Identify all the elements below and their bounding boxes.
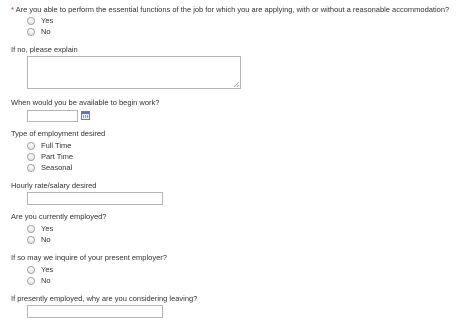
start-date-label: When would you be available to begin wor… xyxy=(11,98,160,107)
radio-label: Part Time xyxy=(41,152,74,161)
radio-label: No xyxy=(41,276,51,285)
leaving-reason-label: If presently employed, why are you consi… xyxy=(11,294,198,303)
calendar-icon[interactable] xyxy=(81,111,90,120)
start-date-input[interactable] xyxy=(27,110,78,122)
required-mark: * xyxy=(11,5,14,14)
radio-button[interactable] xyxy=(27,224,35,233)
inquire-employer-label: If so may we inquire of your present emp… xyxy=(11,253,167,262)
explain-label: If no, please explain xyxy=(11,45,78,54)
radio-option-accommodation-yes[interactable]: Yes xyxy=(27,15,53,26)
radio-button[interactable] xyxy=(27,141,35,150)
salary-input[interactable] xyxy=(27,192,163,205)
radio-label: Seasonal xyxy=(41,163,73,172)
radio-option-accommodation-no[interactable]: No xyxy=(27,26,51,37)
leaving-reason-input[interactable] xyxy=(27,305,163,318)
radio-label: No xyxy=(41,27,51,36)
radio-option-employed-yes[interactable]: Yes xyxy=(27,223,53,234)
question-accommodation-label: Are you able to perform the essential fu… xyxy=(15,5,450,14)
radio-label: Yes xyxy=(41,16,54,25)
radio-label: Yes xyxy=(41,265,54,274)
radio-button[interactable] xyxy=(27,235,35,244)
radio-button[interactable] xyxy=(27,265,35,274)
currently-employed-label: Are you currently employed? xyxy=(11,212,107,221)
radio-option-full-time[interactable]: Full Time xyxy=(27,140,71,151)
resize-handle-icon[interactable] xyxy=(234,82,239,87)
question-accommodation: * Are you able to perform the essential … xyxy=(11,5,449,14)
radio-button[interactable] xyxy=(27,276,35,285)
radio-option-employed-no[interactable]: No xyxy=(27,234,51,245)
radio-option-inquire-no[interactable]: No xyxy=(27,275,51,286)
radio-label: No xyxy=(41,235,51,244)
employment-type-label: Type of employment desired xyxy=(11,129,106,138)
radio-button[interactable] xyxy=(27,163,35,172)
explain-textarea[interactable] xyxy=(27,56,241,89)
radio-button[interactable] xyxy=(27,27,35,36)
radio-label: Yes xyxy=(41,224,54,233)
radio-button[interactable] xyxy=(27,152,35,161)
radio-option-inquire-yes[interactable]: Yes xyxy=(27,264,53,275)
radio-label: Full Time xyxy=(41,141,72,150)
radio-button[interactable] xyxy=(27,16,35,25)
radio-option-seasonal[interactable]: Seasonal xyxy=(27,162,72,173)
salary-label: Hourly rate/salary desired xyxy=(11,181,97,190)
radio-option-part-time[interactable]: Part Time xyxy=(27,151,73,162)
